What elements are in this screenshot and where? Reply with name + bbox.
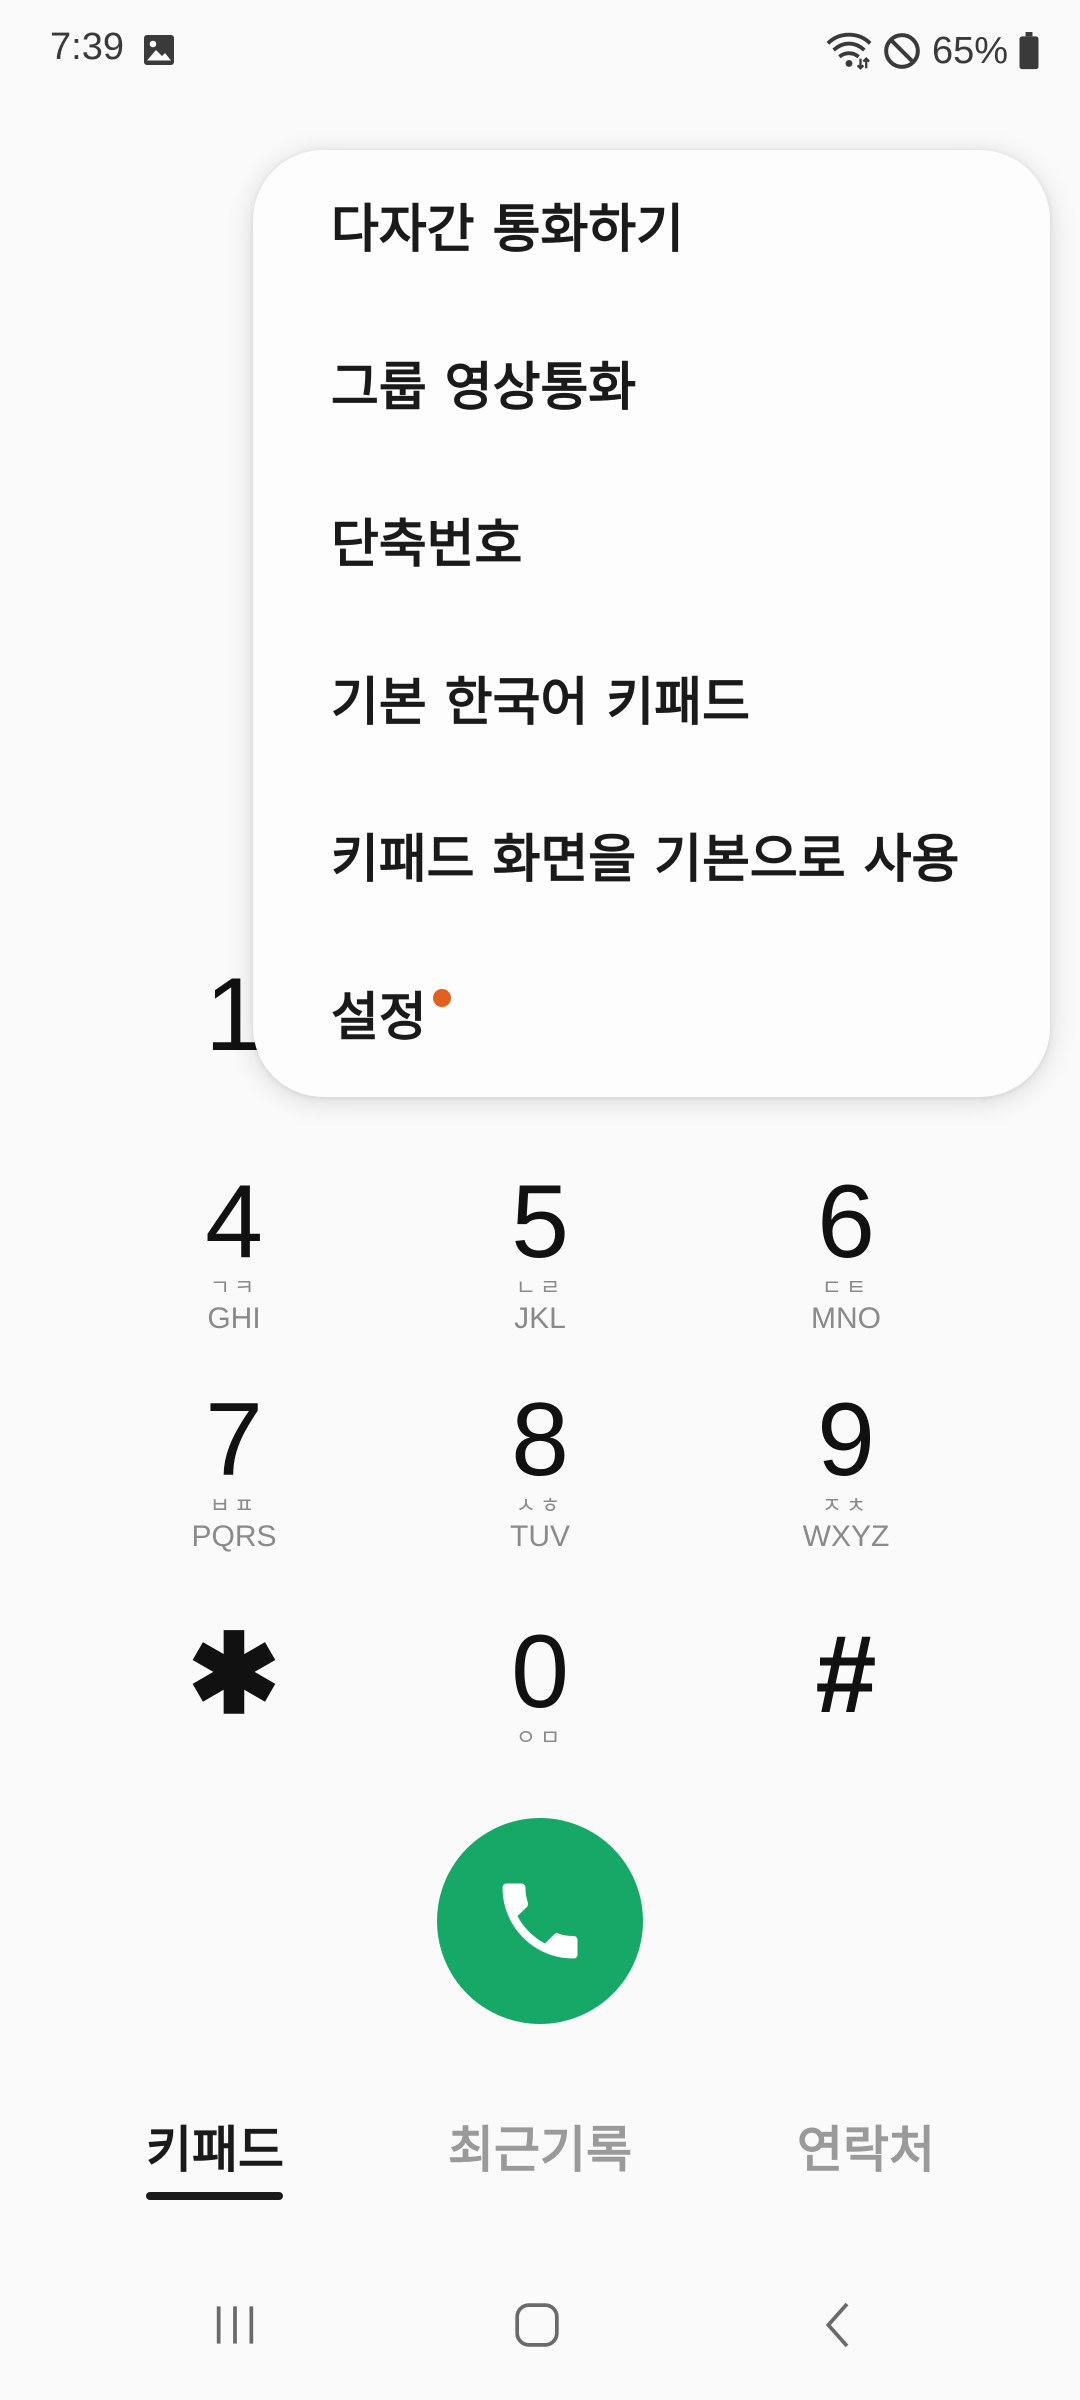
menu-item-conference-call[interactable]: 다자간 통화하기 [331, 195, 684, 265]
key-hangul: ㄴㄹ [515, 1276, 565, 1301]
menu-item-label: 키패드 화면을 기본으로 사용 [331, 830, 960, 890]
phone-dialer-screen: 7:39 65% 1 4 ㄱㅋ GHI 5 ㄴㄹ JKL 6 ㄷㅌ MNO 7 … [0, 0, 1080, 2400]
key-hangul: ㄱㅋ [209, 1276, 259, 1301]
key-hash[interactable]: # [736, 1620, 956, 1820]
key-digit: 5 [511, 1164, 569, 1280]
tab-contacts[interactable]: 연락처 [797, 2110, 935, 2182]
status-time: 7:39 [50, 26, 124, 68]
battery-percent: 65% [931, 29, 1008, 72]
key-letters: WXYZ [802, 1520, 890, 1553]
key-7[interactable]: 7 ㅂㅍ PQRS [124, 1388, 344, 1588]
key-9[interactable]: 9 ㅈㅊ WXYZ [736, 1388, 956, 1588]
key-digit: 6 [817, 1164, 875, 1280]
key-hangul: ㅈㅊ [821, 1494, 871, 1519]
key-6[interactable]: 6 ㄷㅌ MNO [736, 1170, 956, 1370]
home-button[interactable] [497, 2290, 577, 2360]
menu-item-label: 다자간 통화하기 [331, 200, 684, 260]
key-hangul: ㅅㅎ [515, 1494, 565, 1519]
status-icons: 65% [826, 26, 1040, 76]
key-star[interactable]: ✱ [124, 1620, 344, 1820]
key-hangul: ㅇㅁ [515, 1726, 565, 1751]
key-letters: TUV [510, 1520, 570, 1553]
bottom-tabs: 키패드 최근기록 연락처 [0, 2110, 1080, 2210]
menu-item-korean-keypad[interactable]: 기본 한국어 키패드 [331, 668, 750, 738]
key-letters: PQRS [191, 1520, 277, 1553]
key-4[interactable]: 4 ㄱㅋ GHI [124, 1170, 344, 1370]
menu-item-keypad-default[interactable]: 키패드 화면을 기본으로 사용 [331, 825, 959, 895]
key-digit: 8 [511, 1382, 569, 1498]
key-digit: 9 [817, 1382, 875, 1498]
gallery-icon [144, 35, 174, 65]
menu-item-settings[interactable]: 설정 [331, 983, 451, 1053]
key-digit: 4 [205, 1164, 263, 1280]
overflow-menu: 다자간 통화하기 그룹 영상통화 단축번호 기본 한국어 키패드 키패드 화면을… [253, 150, 1050, 1097]
active-tab-indicator [146, 2192, 283, 2200]
menu-item-label: 단축번호 [331, 515, 523, 575]
new-badge [432, 989, 451, 1007]
key-hangul: ㄷㅌ [821, 1276, 871, 1301]
status-bar: 7:39 65% [0, 0, 1080, 100]
menu-item-group-video-call[interactable]: 그룹 영상통화 [331, 353, 636, 423]
tab-recents[interactable]: 최근기록 [448, 2110, 632, 2182]
key-letters: MNO [811, 1302, 881, 1335]
back-icon [825, 2302, 849, 2348]
system-nav-bar [0, 2280, 1080, 2370]
recents-icon [216, 2306, 254, 2344]
key-letters: JKL [514, 1302, 566, 1335]
key-digit: # [815, 1613, 877, 1736]
wifi-icon [826, 32, 872, 70]
menu-item-label: 기본 한국어 키패드 [331, 673, 750, 733]
back-button[interactable] [800, 2290, 880, 2360]
key-5[interactable]: 5 ㄴㄹ JKL [430, 1170, 650, 1370]
key-8[interactable]: 8 ㅅㅎ TUV [430, 1388, 650, 1588]
home-icon [515, 2303, 559, 2347]
do-not-disturb-icon [884, 33, 920, 69]
menu-item-label: 설정 [331, 988, 427, 1048]
battery-icon [1019, 32, 1039, 70]
phone-icon [502, 1883, 578, 1959]
key-digit: 0 [511, 1614, 569, 1730]
call-button[interactable] [437, 1818, 643, 2024]
key-hangul: ㅂㅍ [209, 1494, 259, 1519]
key-letters: GHI [207, 1302, 261, 1335]
menu-item-speed-dial[interactable]: 단축번호 [331, 510, 522, 580]
key-digit: 7 [205, 1382, 263, 1498]
recents-button[interactable] [195, 2290, 275, 2360]
key-digit: ✱ [187, 1613, 281, 1736]
key-0[interactable]: 0 ㅇㅁ [430, 1620, 650, 1820]
tab-keypad[interactable]: 키패드 [146, 2110, 284, 2182]
menu-item-label: 그룹 영상통화 [331, 358, 637, 418]
